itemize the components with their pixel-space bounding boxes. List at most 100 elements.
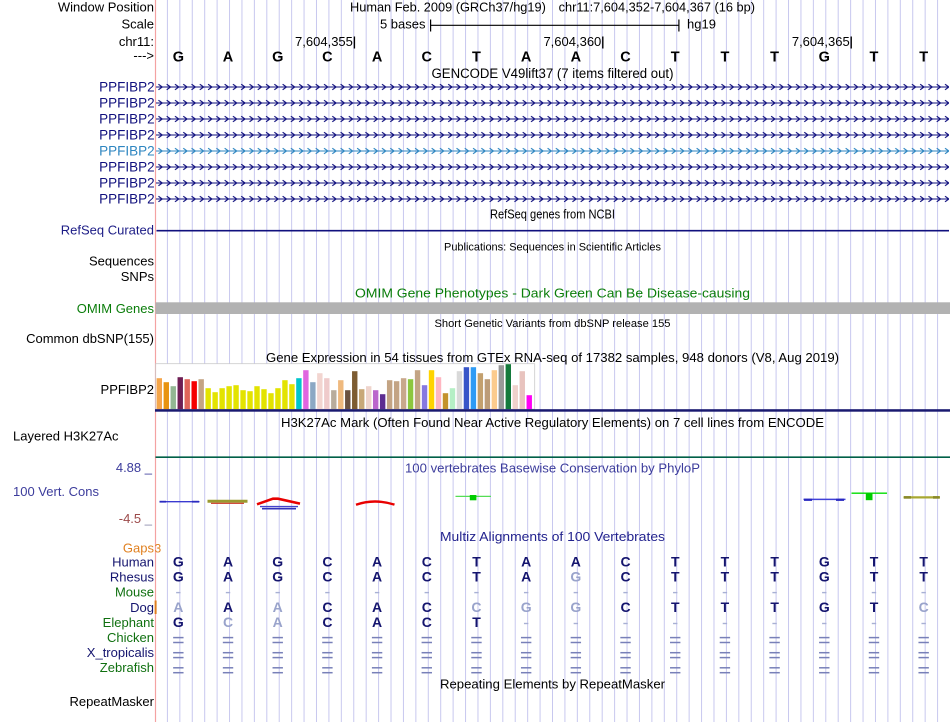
svg-text:G: G	[521, 599, 532, 615]
svg-text:C: C	[322, 569, 332, 585]
svg-text:4.88 _: 4.88 _	[116, 460, 153, 475]
svg-text:T: T	[720, 49, 729, 65]
svg-text:G: G	[570, 599, 581, 615]
svg-text:T: T	[770, 599, 779, 615]
svg-text:Chicken: Chicken	[107, 630, 154, 645]
svg-text:Human Feb. 2009 (GRCh37/hg19): Human Feb. 2009 (GRCh37/hg19) chr11:7,60…	[350, 0, 755, 15]
svg-text:G: G	[173, 49, 184, 65]
svg-text:T: T	[870, 569, 879, 585]
svg-text:A: A	[372, 569, 382, 585]
svg-text:3: 3	[155, 542, 162, 556]
svg-text:PPFIBP2: PPFIBP2	[99, 176, 155, 191]
svg-text:Multiz Alignments of 100 Verte: Multiz Alignments of 100 Vertebrates	[440, 529, 666, 544]
svg-text:A: A	[173, 599, 183, 615]
svg-text:A: A	[372, 49, 383, 65]
svg-text:A: A	[223, 554, 233, 570]
svg-text:G: G	[819, 599, 830, 615]
svg-text:A: A	[372, 554, 382, 570]
svg-text:A: A	[521, 554, 531, 570]
svg-text:C: C	[322, 49, 333, 65]
svg-text:PPFIBP2: PPFIBP2	[99, 128, 155, 143]
svg-text:T: T	[770, 554, 779, 570]
svg-text:G: G	[272, 49, 283, 65]
svg-text:T: T	[671, 599, 680, 615]
svg-text:5 bases: 5 bases	[380, 17, 426, 32]
svg-text:G: G	[819, 49, 830, 65]
svg-text:Publications: Sequences in Sci: Publications: Sequences in Scientific Ar…	[444, 241, 661, 253]
svg-text:C: C	[620, 569, 630, 585]
svg-text:T: T	[919, 49, 928, 65]
svg-text:T: T	[671, 49, 680, 65]
svg-text:Dog: Dog	[130, 600, 154, 615]
svg-text:C: C	[322, 614, 332, 630]
svg-text:Repeating Elements by RepeatMa: Repeating Elements by RepeatMasker	[440, 676, 666, 691]
svg-text:A: A	[223, 599, 233, 615]
svg-text:A: A	[571, 554, 581, 570]
svg-text:100 Vert. Cons: 100 Vert. Cons	[13, 484, 99, 499]
svg-text:A: A	[372, 599, 382, 615]
svg-text:Rhesus: Rhesus	[110, 570, 155, 585]
svg-text:C: C	[471, 599, 481, 615]
svg-text:G: G	[272, 554, 283, 570]
svg-text:Short Genetic Variants from db: Short Genetic Variants from dbSNP releas…	[435, 318, 671, 330]
svg-text:C: C	[223, 614, 233, 630]
svg-text:OMIM Genes: OMIM Genes	[77, 301, 155, 316]
svg-text:H3K27Ac Mark (Often Found Near: H3K27Ac Mark (Often Found Near Active Re…	[281, 415, 824, 430]
svg-text:A: A	[521, 569, 531, 585]
svg-text:PPFIBP2: PPFIBP2	[101, 382, 154, 397]
svg-text:C: C	[322, 554, 332, 570]
svg-text:chr11:: chr11:	[119, 34, 154, 49]
svg-text:C: C	[422, 49, 433, 65]
svg-text:C: C	[620, 599, 630, 615]
svg-text:Mouse: Mouse	[115, 585, 154, 600]
svg-text:SNPs: SNPs	[121, 269, 155, 284]
svg-text:Common dbSNP(155): Common dbSNP(155)	[26, 331, 154, 346]
svg-text:T: T	[919, 554, 928, 570]
svg-text:T: T	[472, 554, 481, 570]
svg-text:T: T	[472, 569, 481, 585]
svg-text:PPFIBP2: PPFIBP2	[99, 144, 155, 159]
svg-text:Elephant: Elephant	[103, 615, 155, 630]
svg-text:Window Position: Window Position	[58, 0, 154, 15]
svg-text:C: C	[620, 554, 630, 570]
svg-text:RefSeq genes from NCBI: RefSeq genes from NCBI	[490, 207, 615, 221]
svg-text:A: A	[273, 614, 283, 630]
svg-text:GENCODE V49lift37 (7 items fil: GENCODE V49lift37 (7 items filtered out)	[432, 66, 674, 81]
svg-text:A: A	[273, 599, 283, 615]
svg-text:100 vertebrates Basewise Conse: 100 vertebrates Basewise Conservation by…	[405, 460, 700, 475]
svg-text:C: C	[422, 614, 432, 630]
svg-text:T: T	[721, 554, 730, 570]
svg-text:7,604,365: 7,604,365	[792, 34, 850, 49]
svg-text:C: C	[422, 554, 432, 570]
svg-text:-4.5 _: -4.5 _	[119, 511, 153, 526]
svg-text:A: A	[571, 49, 582, 65]
svg-text:T: T	[671, 569, 680, 585]
svg-text:G: G	[173, 554, 184, 570]
svg-text:G: G	[819, 569, 830, 585]
svg-text:Zebrafish: Zebrafish	[100, 660, 154, 675]
svg-text:OMIM Gene Phenotypes - Dark Gr: OMIM Gene Phenotypes - Dark Green Can Be…	[355, 286, 750, 301]
svg-text:T: T	[671, 554, 680, 570]
svg-text:--->: --->	[133, 48, 154, 63]
svg-text:PPFIBP2: PPFIBP2	[99, 96, 155, 111]
svg-text:G: G	[819, 554, 830, 570]
svg-text:7,604,355: 7,604,355	[295, 34, 353, 49]
svg-text:Scale: Scale	[121, 17, 154, 32]
svg-text:C: C	[322, 599, 332, 615]
svg-text:A: A	[521, 49, 532, 65]
svg-text:PPFIBP2: PPFIBP2	[99, 192, 155, 207]
svg-text:T: T	[770, 569, 779, 585]
svg-text:A: A	[372, 614, 382, 630]
svg-text:PPFIBP2: PPFIBP2	[99, 112, 155, 127]
svg-text:T: T	[472, 49, 481, 65]
svg-text:Sequences: Sequences	[89, 254, 155, 269]
svg-text:T: T	[472, 614, 481, 630]
svg-text:RepeatMasker: RepeatMasker	[69, 694, 154, 709]
svg-text:G: G	[173, 614, 184, 630]
svg-text:T: T	[919, 569, 928, 585]
svg-text:T: T	[870, 554, 879, 570]
svg-text:C: C	[422, 569, 432, 585]
svg-text:T: T	[870, 49, 879, 65]
svg-text:7,604,360: 7,604,360	[543, 34, 601, 49]
svg-text:G: G	[272, 569, 283, 585]
